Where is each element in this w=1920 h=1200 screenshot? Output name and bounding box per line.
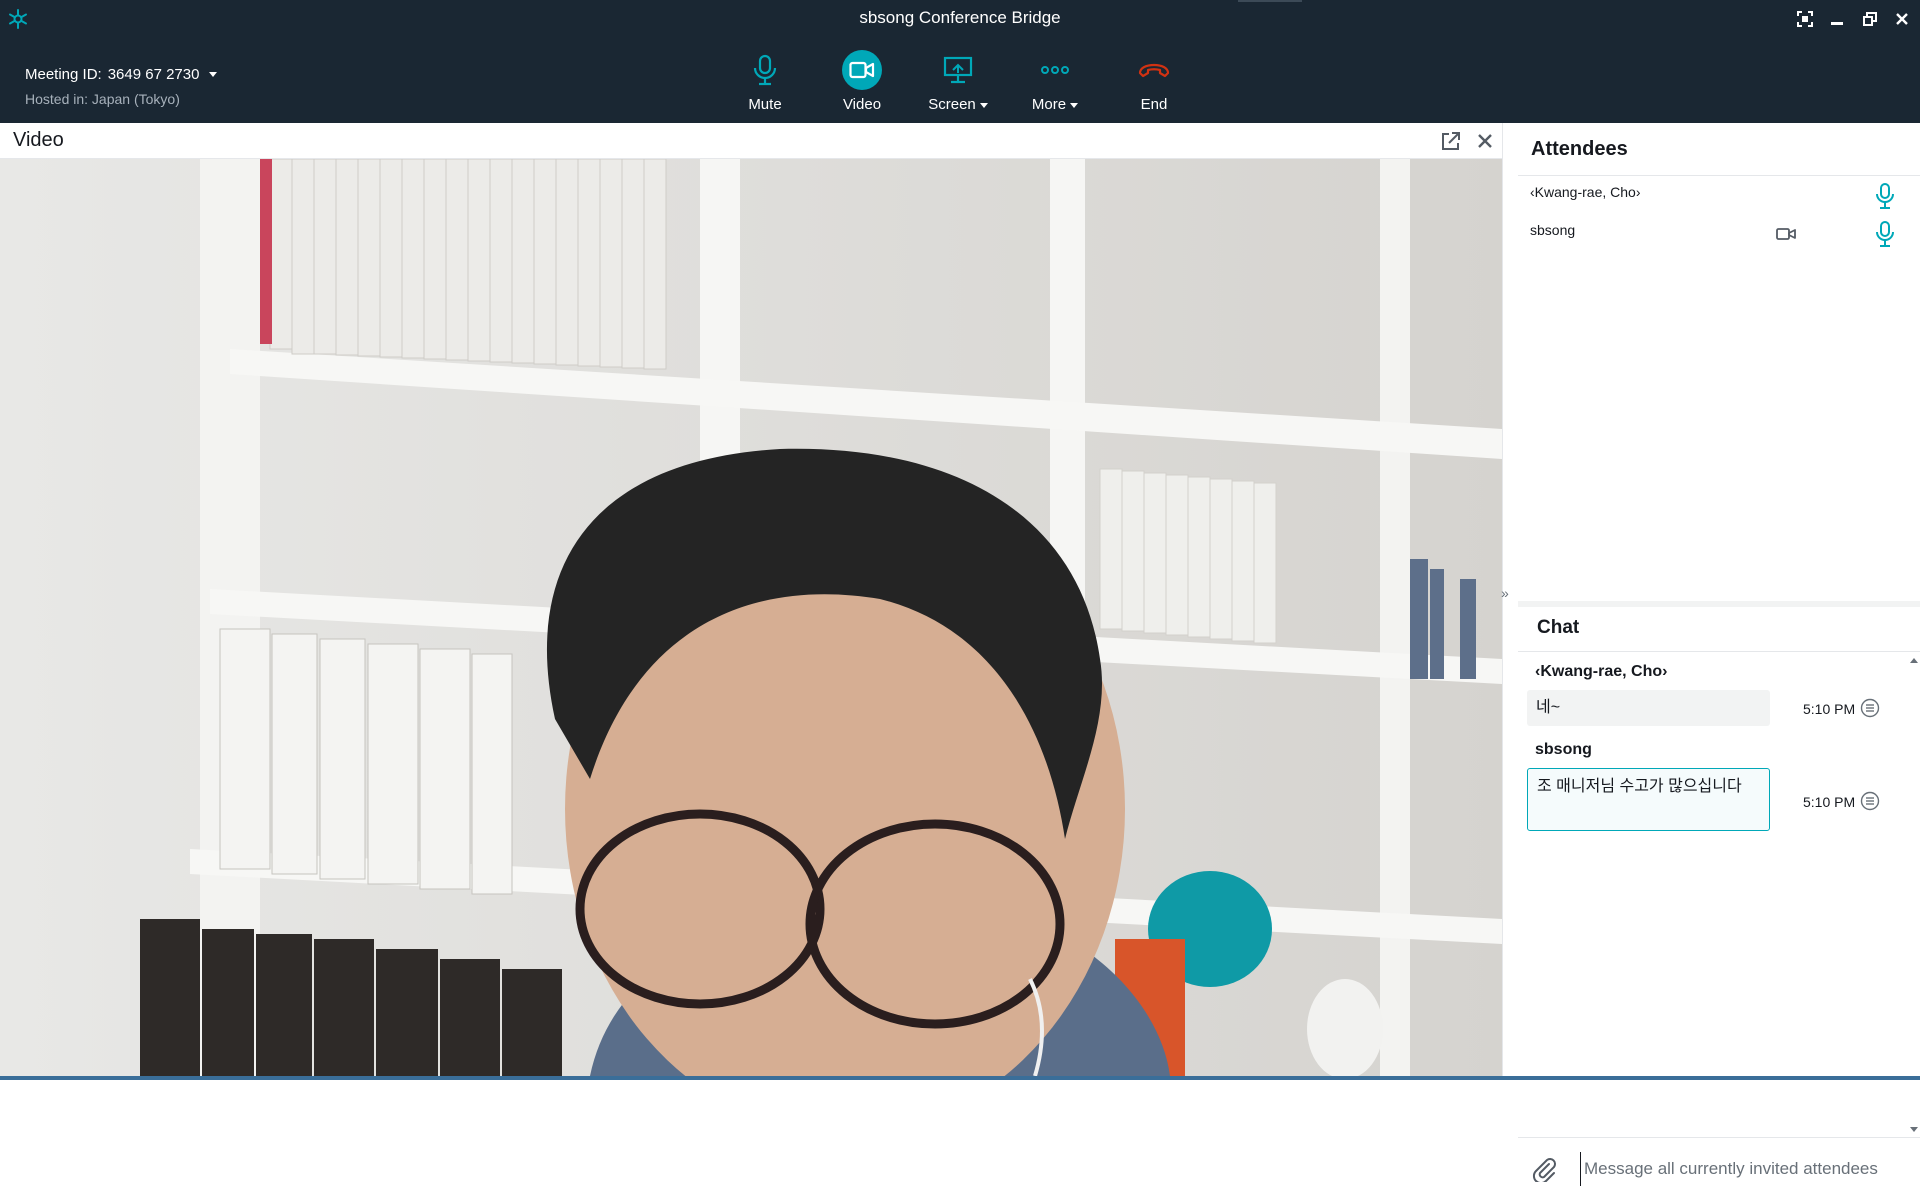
microphone-icon[interactable] [1874,182,1896,210]
paperclip-icon[interactable] [1531,1156,1557,1182]
chat-scrollbar[interactable] [1908,653,1920,1137]
message-menu-icon[interactable] [1860,791,1880,811]
chat-compose [1518,1137,1920,1200]
chevron-down-icon [209,72,218,77]
mute-label: Mute [748,96,782,113]
chat-message: 조 매니저님 수고가 많으십니다 [1527,768,1770,831]
message-menu-icon[interactable] [1860,698,1880,718]
title-indicator [1238,0,1302,2]
video-panel-title: Video [13,129,64,151]
screen-label: Screen [928,96,976,113]
more-button[interactable]: More [1005,50,1105,113]
hosted-location: Hosted in: Japan (Tokyo) [25,91,180,107]
end-label: End [1140,96,1168,113]
close-icon[interactable] [1891,8,1913,30]
chat-timestamp: 5:10 PM [1803,794,1856,810]
screen-share-icon [938,50,978,90]
end-call-button[interactable]: End [1104,50,1204,113]
fullscreen-icon[interactable] [1794,8,1816,30]
video-frame-image [0,159,1502,1076]
chat-title: Chat [1537,617,1580,638]
chat-sender: sbsong [1535,741,1592,758]
more-options-icon [1035,50,1075,90]
microphone-icon[interactable] [1874,220,1896,248]
window-title: sbsong Conference Bridge [859,8,1061,27]
video-button[interactable]: Video [812,50,912,113]
restore-icon[interactable] [1859,8,1881,30]
chevron-down-icon [979,102,988,108]
microphone-icon [745,50,785,90]
collapse-panel-icon[interactable]: » [1501,585,1519,601]
attendee-name: sbsong [1530,222,1576,238]
attendees-header: Attendees [1518,123,1920,176]
attendee-row[interactable]: ‹Kwang-rae, Cho› [1518,178,1920,214]
chat-message-input[interactable] [1580,1152,1916,1186]
chevron-down-icon [1070,102,1079,108]
more-label: More [1031,96,1067,113]
close-icon[interactable] [1474,130,1496,152]
video-panel-header: Video [0,123,1502,159]
meeting-info: Meeting ID: 3649 67 2730 Hosted in: Japa… [25,66,218,107]
video-label: Video [842,96,882,113]
meeting-id-value: 3649 67 2730 [107,66,200,83]
window-bottom-border [0,1076,1920,1080]
chat-message: 네~ [1527,690,1770,726]
meeting-id-dropdown[interactable]: Meeting ID: 3649 67 2730 [25,66,218,83]
mute-button[interactable]: Mute [715,50,815,113]
popout-icon[interactable] [1440,130,1462,152]
attendee-row[interactable]: sbsong [1518,216,1920,252]
side-panel: Attendees ‹Kwang-rae, Cho› sbsong Chat ‹… [1518,123,1920,1200]
video-camera-icon [842,50,882,90]
video-camera-icon [1776,228,1796,240]
chat-sender: ‹Kwang-rae, Cho› [1535,663,1668,680]
remote-video-feed: Me [0,159,1502,1076]
meeting-id-label: Meeting ID: [25,66,102,83]
chat-timestamp: 5:10 PM [1803,701,1856,717]
attendee-name: ‹Kwang-rae, Cho› [1530,184,1641,200]
screen-share-button[interactable]: Screen [908,50,1008,113]
attendees-title: Attendees [1531,138,1628,160]
top-bar: sbsong Conference Bridge Meeting ID: 364… [0,0,1920,123]
chat-header: Chat [1518,607,1920,652]
minimize-icon[interactable] [1826,8,1848,30]
end-call-icon [1134,50,1174,90]
